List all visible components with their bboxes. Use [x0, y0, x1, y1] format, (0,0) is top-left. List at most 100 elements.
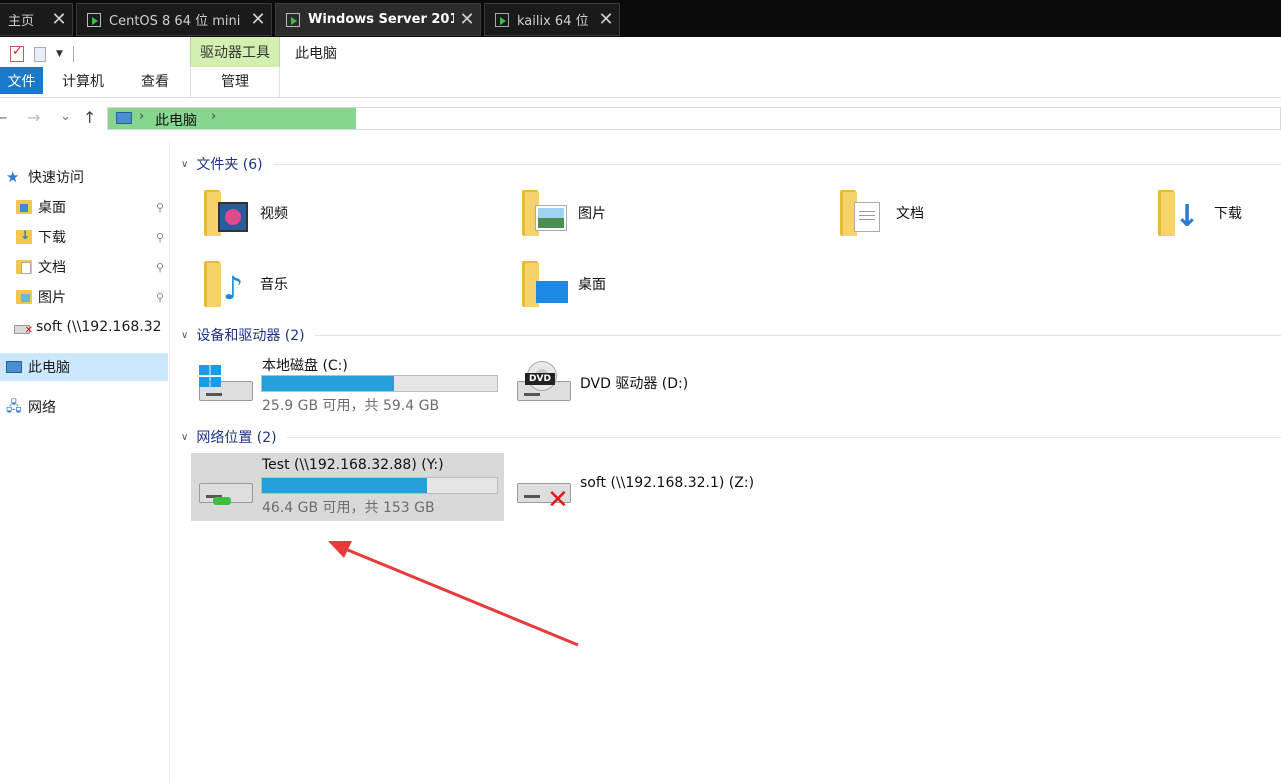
sidebar-item-label: soft (\\192.168.32	[36, 319, 162, 335]
quick-access-toolbar: ▼	[10, 42, 74, 66]
chevron-down-icon[interactable]: ▼	[56, 49, 63, 59]
music-folder-icon: ♪	[204, 259, 248, 309]
folder-label: 图片	[578, 206, 606, 222]
chevron-down-icon[interactable]: ∨	[181, 432, 188, 443]
back-arrow-icon[interactable]: ←	[0, 108, 7, 127]
folder-downloads[interactable]: ↓ 下载	[1125, 182, 1275, 244]
drive-free-space: 25.9 GB 可用，共 59.4 GB	[262, 398, 440, 414]
close-icon[interactable]: ✕	[593, 9, 619, 30]
disconnected-network-drive-icon	[14, 324, 33, 336]
pictures-folder-icon	[522, 188, 566, 238]
group-header-network[interactable]: ∨ 网络位置 (2)	[181, 427, 1281, 447]
pin-icon[interactable]: ⚲	[156, 291, 164, 304]
chevron-down-icon[interactable]: ∨	[181, 159, 188, 170]
toolbar-separator	[72, 46, 74, 62]
sidebar-item-label: 网络	[28, 400, 56, 416]
this-pc-icon	[116, 112, 132, 124]
documents-folder-icon	[840, 188, 884, 238]
drive-name: DVD 驱动器 (D:)	[580, 376, 689, 392]
sidebar-item-downloads[interactable]: 下载 ⚲	[0, 223, 168, 251]
this-pc-icon	[6, 361, 22, 373]
folder-pictures[interactable]: 图片	[489, 182, 789, 244]
pin-icon[interactable]: ⚲	[156, 231, 164, 244]
folder-desktop[interactable]: 桌面	[489, 253, 789, 315]
navigation-bar: ← → ⌄ ↑ › 此电脑 ›	[0, 98, 1281, 140]
breadcrumb-separator-icon[interactable]: ›	[139, 109, 144, 124]
group-title: 设备和驱动器 (2)	[196, 328, 305, 344]
drive-d[interactable]: DVD DVD 驱动器 (D:)	[509, 351, 819, 419]
sidebar-item-label: 文档	[38, 260, 66, 276]
group-header-folders[interactable]: ∨ 文件夹 (6)	[181, 154, 1281, 174]
drive-z[interactable]: ✕ soft (\\192.168.32.1) (Z:)	[509, 453, 819, 521]
drive-y[interactable]: Test (\\192.168.32.88) (Y:) 46.4 GB 可用，共…	[191, 453, 504, 521]
new-folder-icon[interactable]	[34, 46, 46, 62]
properties-icon[interactable]	[10, 44, 24, 62]
drive-tools-context-tab: 驱动器工具	[190, 37, 280, 67]
documents-folder-icon	[16, 260, 32, 274]
sidebar-item-label: 图片	[38, 290, 66, 306]
sidebar-item-this-pc[interactable]: 此电脑	[0, 353, 168, 381]
chevron-down-icon[interactable]: ∨	[181, 330, 188, 341]
tab-file[interactable]: 文件	[0, 67, 43, 94]
vm-tab-windows-server[interactable]: Windows Server 2016 ✕	[275, 3, 481, 36]
close-icon[interactable]: ✕	[46, 9, 72, 30]
up-arrow-icon[interactable]: ↑	[83, 108, 96, 127]
dvd-drive-icon: DVD	[517, 361, 571, 405]
vm-icon	[495, 12, 509, 27]
folder-label: 文档	[896, 206, 924, 222]
breadcrumb-this-pc[interactable]: 此电脑	[155, 110, 197, 130]
folder-music[interactable]: ♪ 音乐	[171, 253, 471, 315]
tab-computer[interactable]: 计算机	[55, 67, 111, 94]
recent-locations-icon[interactable]: ⌄	[60, 109, 71, 124]
folder-documents[interactable]: 文档	[807, 182, 1107, 244]
desktop-folder-icon	[522, 259, 568, 309]
close-icon[interactable]: ✕	[454, 9, 480, 30]
sidebar-item-label: 下载	[38, 230, 66, 246]
group-divider	[272, 163, 1281, 165]
disconnected-network-drive-icon: ✕	[517, 467, 571, 513]
content-pane: ∨ 文件夹 (6) 视频 图片 文档 ↓ 下载 ♪ 音乐 桌面 ∨ 设备和驱动器…	[171, 140, 1281, 783]
drive-usage-fill	[262, 478, 427, 493]
group-title: 文件夹 (6)	[196, 157, 263, 173]
vm-tab-label: 主页	[8, 14, 35, 29]
breadcrumb-separator-icon[interactable]: ›	[211, 109, 216, 124]
folder-label: 视频	[260, 206, 288, 222]
pictures-folder-icon	[16, 290, 32, 304]
pin-icon[interactable]: ⚲	[156, 201, 164, 214]
drive-name: 本地磁盘 (C:)	[262, 358, 348, 374]
sidebar-item-quick-access[interactable]: ★ 快速访问	[0, 163, 168, 191]
vm-tab-home[interactable]: 主页 ✕	[0, 3, 73, 36]
vm-icon	[87, 12, 101, 27]
folder-videos[interactable]: 视频	[171, 182, 471, 244]
network-drive-icon	[199, 467, 253, 507]
star-icon: ★	[6, 168, 20, 186]
sidebar-item-soft-drive[interactable]: soft (\\192.168.32	[0, 313, 168, 341]
sidebar-item-documents[interactable]: 文档 ⚲	[0, 253, 168, 281]
sidebar-item-pictures[interactable]: 图片 ⚲	[0, 283, 168, 311]
drive-usage-bar	[261, 477, 498, 494]
group-divider	[286, 436, 1281, 438]
group-divider	[314, 334, 1281, 336]
vm-tab-kailix[interactable]: kailix 64 位 ✕	[484, 3, 620, 36]
tab-view[interactable]: 查看	[131, 67, 179, 94]
drive-c[interactable]: 本地磁盘 (C:) 25.9 GB 可用，共 59.4 GB	[191, 351, 504, 419]
address-bar[interactable]: › 此电脑 ›	[107, 107, 1281, 130]
drive-free-space: 46.4 GB 可用，共 153 GB	[262, 500, 435, 516]
tab-manage[interactable]: 管理	[190, 67, 280, 94]
vm-tab-centos[interactable]: CentOS 8 64 位 mini ✕	[76, 3, 272, 36]
folder-label: 下载	[1214, 206, 1242, 222]
downloads-folder-icon: ↓	[1158, 188, 1202, 238]
pin-icon[interactable]: ⚲	[156, 261, 164, 274]
folder-label: 桌面	[578, 277, 606, 293]
group-title: 网络位置 (2)	[196, 430, 277, 446]
ribbon: ▼ 驱动器工具 此电脑 文件 计算机 查看 管理	[0, 37, 1281, 98]
sidebar-item-network[interactable]: 🖧 网络	[0, 393, 168, 421]
forward-arrow-icon[interactable]: →	[27, 108, 40, 127]
drive-name: Test (\\192.168.32.88) (Y:)	[262, 457, 444, 473]
breadcrumb-highlight	[108, 108, 356, 129]
group-header-devices[interactable]: ∨ 设备和驱动器 (2)	[181, 325, 1281, 345]
sidebar-item-label: 桌面	[38, 200, 66, 216]
close-icon[interactable]: ✕	[245, 9, 271, 30]
sidebar-item-desktop[interactable]: 桌面 ⚲	[0, 193, 168, 221]
vm-tab-label: CentOS 8 64 位 mini	[109, 14, 241, 29]
